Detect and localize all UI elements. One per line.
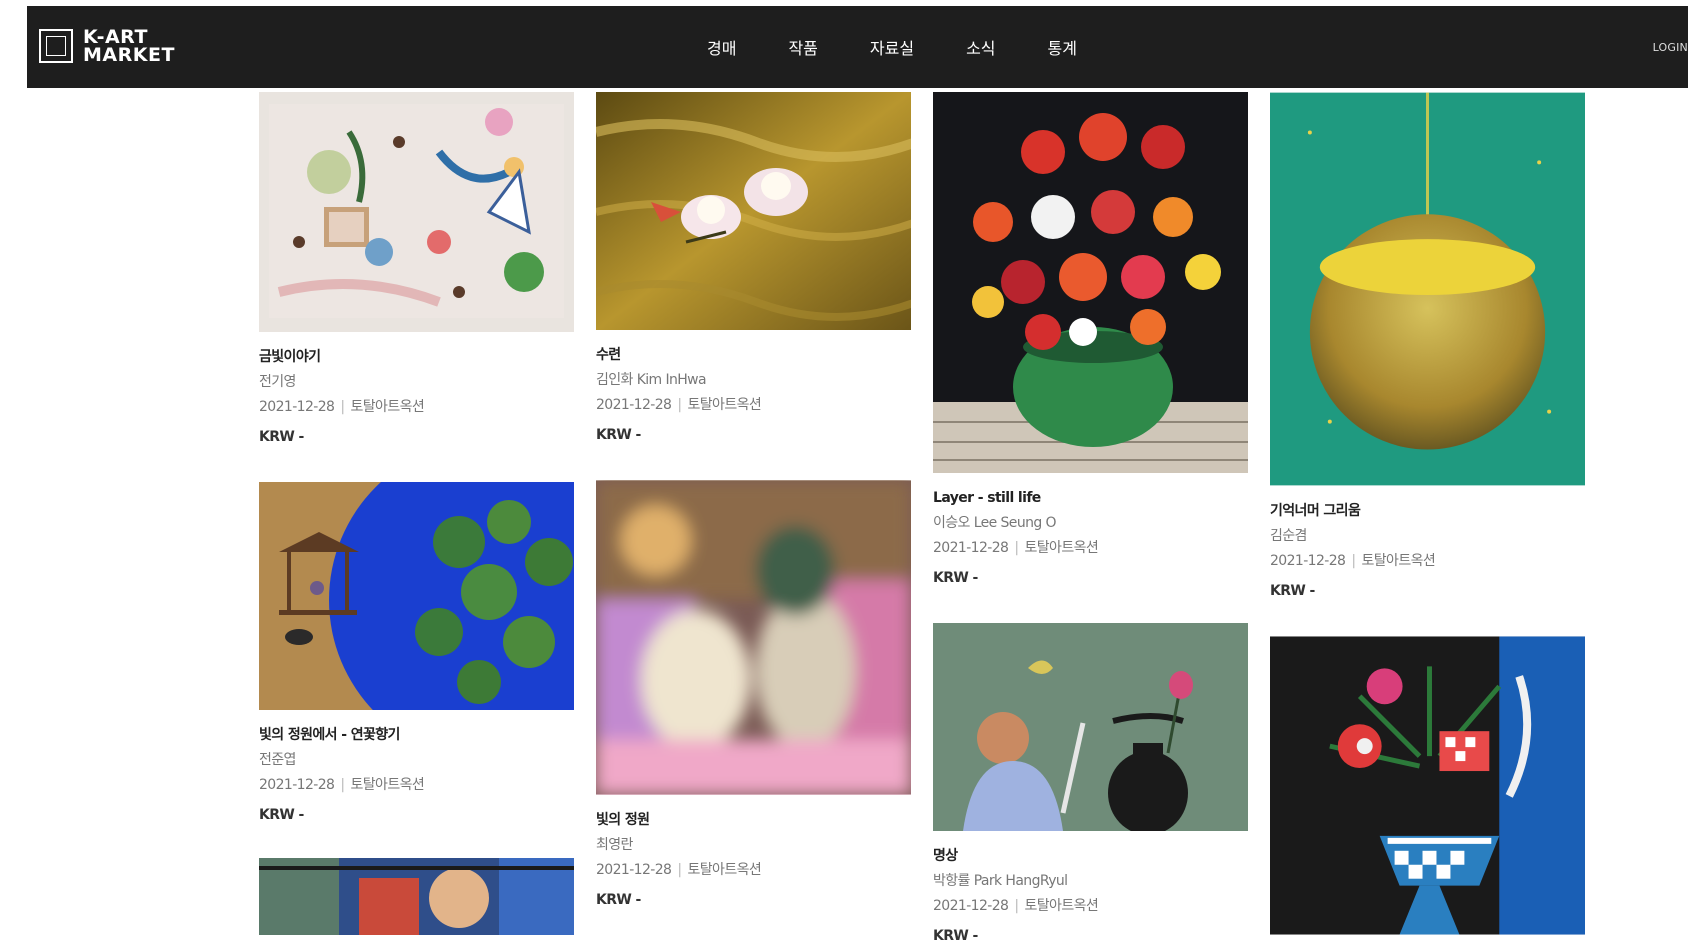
meta-separator: | xyxy=(1014,898,1019,914)
artwork-image[interactable] xyxy=(933,623,1248,831)
artwork-title[interactable]: 빛의 정원 xyxy=(596,811,911,829)
artwork-auction-house: 토탈아트옥션 xyxy=(1024,898,1099,914)
artwork-image[interactable] xyxy=(259,858,574,935)
nav-item-statistics[interactable]: 통계 xyxy=(1048,35,1077,59)
artwork-image[interactable] xyxy=(596,92,911,330)
artwork-date: 2021-12-28 xyxy=(933,898,1009,914)
artwork-image[interactable] xyxy=(1270,92,1585,486)
artwork-card[interactable]: 명상 박항률 Park HangRyul 2021-12-28 | 토탈아트옥션 K… xyxy=(933,623,1248,945)
nav-item-news[interactable]: 소식 xyxy=(966,35,995,59)
artwork-date: 2021-12-28 xyxy=(596,397,672,413)
artwork-artist: 전기영 xyxy=(259,374,296,390)
artwork-title[interactable]: Layer - still life xyxy=(933,489,1248,507)
artwork-price: KRW - xyxy=(259,429,304,445)
meta-separator: | xyxy=(340,777,345,793)
artwork-title[interactable]: 기억너머 그리움 xyxy=(1270,502,1585,520)
artwork-card[interactable] xyxy=(1270,636,1585,935)
artwork-image[interactable] xyxy=(1270,636,1585,935)
artwork-auction-house: 토탈아트옥션 xyxy=(350,399,425,415)
artwork-image[interactable] xyxy=(933,92,1248,473)
artwork-meta: 2021-12-28 | 토탈아트옥션 xyxy=(596,861,911,879)
artwork-meta: 2021-12-28 | 토탈아트옥션 xyxy=(259,398,574,416)
artwork-artist: 김인화 Kim InHwa xyxy=(596,372,707,388)
artwork-date: 2021-12-28 xyxy=(259,399,335,415)
artwork-price: KRW - xyxy=(1270,583,1315,599)
artwork-date: 2021-12-28 xyxy=(1270,553,1346,569)
artwork-price: KRW - xyxy=(259,807,304,823)
artwork-title[interactable]: 명상 xyxy=(933,847,1248,865)
artwork-artist: 전준엽 xyxy=(259,752,296,768)
artwork-image[interactable] xyxy=(596,480,911,795)
artwork-date: 2021-12-28 xyxy=(933,540,1009,556)
nav-item-archive[interactable]: 자료실 xyxy=(870,35,914,59)
artwork-meta: 2021-12-28 | 토탈아트옥션 xyxy=(1270,552,1585,570)
top-navbar: K-ART MARKET 경매 작품 자료실 소식 통계 LOGIN xyxy=(27,6,1688,88)
artwork-title[interactable]: 금빛이야기 xyxy=(259,348,574,366)
artwork-auction-house: 토탈아트옥션 xyxy=(1024,540,1099,556)
artwork-title[interactable]: 빛의 정원에서 - 연꽃향기 xyxy=(259,726,574,744)
artwork-title[interactable]: 수련 xyxy=(596,346,911,364)
artwork-meta: 2021-12-28 | 토탈아트옥션 xyxy=(259,776,574,794)
artwork-date: 2021-12-28 xyxy=(596,862,672,878)
artwork-artist: 이승오 Lee Seung O xyxy=(933,515,1057,531)
artwork-card[interactable]: Layer - still life 이승오 Lee Seung O 2021-… xyxy=(933,92,1248,587)
artwork-card[interactable]: 금빛이야기 전기영 2021-12-28 | 토탈아트옥션 KRW - xyxy=(259,92,574,446)
artwork-meta: 2021-12-28 | 토탈아트옥션 xyxy=(933,539,1248,557)
meta-separator: | xyxy=(677,862,682,878)
artwork-meta: 2021-12-28 | 토탈아트옥션 xyxy=(596,396,911,414)
artwork-card[interactable]: 기억너머 그리움 김순겸 2021-12-28 | 토탈아트옥션 KRW - xyxy=(1270,92,1585,600)
logo-line-2: MARKET xyxy=(83,44,175,66)
artwork-meta: 2021-12-28 | 토탈아트옥션 xyxy=(933,897,1248,915)
artwork-image[interactable] xyxy=(259,92,574,332)
artwork-card[interactable]: 수련 김인화 Kim InHwa 2021-12-28 | 토탈아트옥션 KRW - xyxy=(596,92,911,444)
artwork-card[interactable]: 빛의 정원에서 - 연꽃향기 전준엽 2021-12-28 | 토탈아트옥션 KRW… xyxy=(259,482,574,824)
artwork-price: KRW - xyxy=(933,928,978,944)
artwork-card[interactable]: 빛의 정원 최영란 2021-12-28 | 토탈아트옥션 KRW - xyxy=(596,480,911,909)
k-art-market-logo[interactable]: K-ART MARKET xyxy=(39,28,175,66)
artwork-auction-house: 토탈아트옥션 xyxy=(350,777,425,793)
artwork-artist: 김순겸 xyxy=(1270,528,1307,544)
main-nav: 경매 작품 자료실 소식 통계 xyxy=(707,6,1129,88)
artwork-image[interactable] xyxy=(259,482,574,710)
artwork-price: KRW - xyxy=(596,427,641,443)
meta-separator: | xyxy=(1014,540,1019,556)
meta-separator: | xyxy=(1351,553,1356,569)
meta-separator: | xyxy=(677,397,682,413)
artwork-card[interactable] xyxy=(259,858,574,935)
artwork-artist: 최영란 xyxy=(596,837,633,853)
artwork-price: KRW - xyxy=(596,892,641,908)
login-link[interactable]: LOGIN xyxy=(1653,41,1688,54)
nav-item-artworks[interactable]: 작품 xyxy=(788,35,817,59)
logo-frame-icon xyxy=(39,29,73,63)
artwork-price: KRW - xyxy=(933,570,978,586)
artwork-auction-house: 토탈아트옥션 xyxy=(687,397,762,413)
artwork-date: 2021-12-28 xyxy=(259,777,335,793)
meta-separator: | xyxy=(340,399,345,415)
artwork-auction-house: 토탈아트옥션 xyxy=(1361,553,1436,569)
logo-wordmark: K-ART MARKET xyxy=(83,28,175,66)
nav-item-auction[interactable]: 경매 xyxy=(707,35,736,59)
artwork-artist: 박항률 Park HangRyul xyxy=(933,873,1068,889)
artwork-auction-house: 토탈아트옥션 xyxy=(687,862,762,878)
